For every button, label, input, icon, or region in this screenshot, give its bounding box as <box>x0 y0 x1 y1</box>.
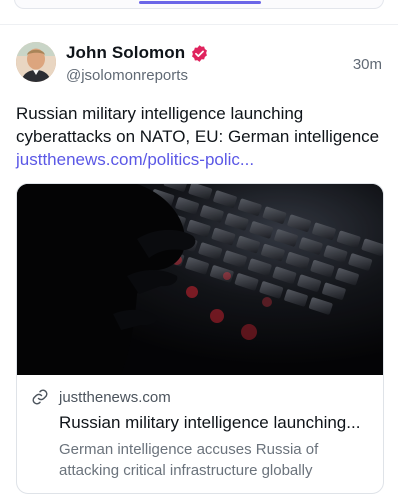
post-text: Russian military intelligence launching … <box>16 102 382 171</box>
feed-frame: John Solomon @jsolomonreports 30m Russia… <box>0 0 398 500</box>
author-name-row: John Solomon <box>66 43 209 63</box>
verified-badge-icon <box>190 44 209 63</box>
link-icon <box>31 388 49 406</box>
link-preview-domain-row: justthenews.com <box>31 387 369 407</box>
link-preview-title[interactable]: Russian military intelligence launching.… <box>59 413 369 433</box>
link-preview-description: German intelligence accuses Russia of at… <box>59 441 319 479</box>
post-text-body: Russian military intelligence launching … <box>16 104 380 146</box>
avatar[interactable] <box>16 42 56 82</box>
link-preview-card[interactable]: justthenews.com Russian military intelli… <box>16 183 384 494</box>
author-handle[interactable]: @jsolomonreports <box>66 67 188 84</box>
link-preview-meta: justthenews.com Russian military intelli… <box>17 375 383 493</box>
hacker-keyboard-photo <box>17 184 383 375</box>
feed-divider <box>0 24 398 25</box>
active-tab-indicator <box>139 1 261 4</box>
avatar-photo <box>16 42 56 82</box>
link-preview-image[interactable] <box>17 184 383 375</box>
post-text-link[interactable]: justthenews.com/politics-polic... <box>16 150 254 169</box>
top-tab-bar <box>14 0 384 9</box>
author-name[interactable]: John Solomon <box>66 43 185 63</box>
post[interactable]: John Solomon @jsolomonreports 30m Russia… <box>16 42 384 494</box>
link-preview-domain[interactable]: justthenews.com <box>59 389 171 406</box>
post-header: John Solomon @jsolomonreports 30m <box>16 42 382 86</box>
post-timestamp[interactable]: 30m <box>353 56 382 73</box>
